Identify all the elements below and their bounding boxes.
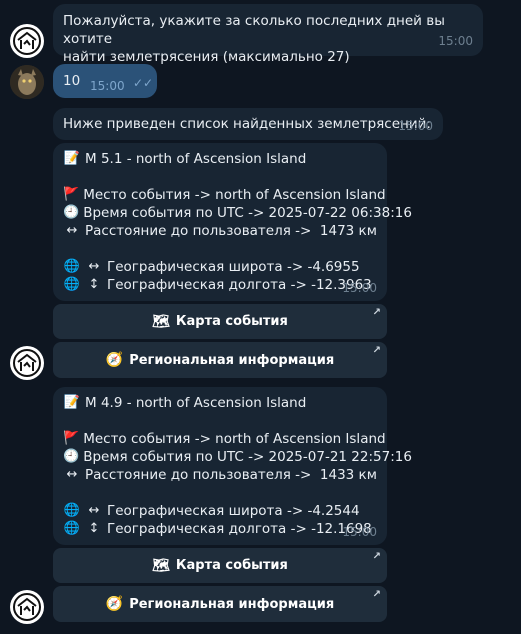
region-button-label: Региональная информация [129,596,335,612]
left-right-arrow-icon: ↔ [88,259,100,274]
event-place: Место события -> north of Ascension Isla… [83,187,386,203]
bot-logo-icon [13,349,41,377]
external-link-icon: ↗ [372,551,381,562]
map-button-label: Карта события [175,314,288,329]
clock-icon: 🕘 [63,449,80,464]
bot-logo-icon [13,593,41,621]
event-title: M 5.1 - north of Ascension Island [85,151,307,167]
message-time: 15:00 [342,525,377,539]
compass-icon: 🧭 [105,352,124,368]
left-right-arrow-icon: ↔ [88,503,100,518]
user-avatar[interactable] [10,65,44,99]
event-latitude: Географическая широта -> -4.6955 [107,259,360,275]
event-distance: Расстояние до пользователя -> 1473 км [85,223,377,239]
user-photo-icon [10,65,44,99]
flag-icon: 🚩 [63,431,80,446]
external-link-icon: ↗ [372,345,381,356]
left-right-arrow-icon: ↔ [66,223,78,238]
globe-icon: 🌐 [63,277,81,292]
up-down-arrow-icon: ↕ [88,521,100,536]
bot-avatar[interactable] [10,346,44,380]
event-longitude: Географическая долгота -> -12.3963 [107,277,372,293]
bot-avatar[interactable] [10,24,44,58]
message-time: 15:00 [438,34,473,48]
map-icon: 🗺 [152,313,170,330]
message-time: 15:00 [342,281,377,295]
message-time: 15:00 [398,119,433,133]
compass-icon: 🧭 [105,596,124,612]
event-place: Место события -> north of Ascension Isla… [83,431,386,447]
bot-message-intro: Ниже приведен список найденных землетряс… [53,108,443,140]
user-message-reply: 10 15:00 ✓✓ [53,64,157,98]
earthquake-card: 📝 M 5.1 - north of Ascension Island 🚩 Мест… [53,143,412,301]
external-link-icon: ↗ [372,307,381,318]
external-link-icon: ↗ [372,589,381,600]
bot-avatar[interactable] [10,590,44,624]
memo-icon: 📝 [63,151,81,166]
event-time: Время события по UTC -> 2025-07-22 06:38… [83,205,412,221]
map-button[interactable]: 🗺 Карта события ↗ [53,548,387,583]
globe-icon: 🌐 [63,521,81,536]
event-title: M 4.9 - north of Ascension Island [85,395,307,411]
bot-message-prompt: Пожалуйста, укажите за сколько последних… [53,4,483,65]
message-text: 10 [63,73,81,89]
globe-icon: 🌐 [63,259,81,274]
earthquake-card: 📝 M 4.9 - north of Ascension Island 🚩 Мест… [53,387,412,545]
left-right-arrow-icon: ↔ [66,467,78,482]
flag-icon: 🚩 [63,187,80,202]
event-time: Время события по UTC -> 2025-07-21 22:57… [83,449,412,465]
event-distance: Расстояние до пользователя -> 1433 км [85,467,377,483]
message-text-line: Пожалуйста, укажите за сколько последних… [63,13,445,47]
region-info-button[interactable]: 🧭 Региональная информация ↗ [53,342,387,378]
map-button-label: Карта события [175,558,288,573]
message-text: Ниже приведен список найденных землетряс… [63,116,431,132]
map-button[interactable]: 🗺 Карта события ↗ [53,304,387,339]
read-checks-icon: ✓✓ [133,76,154,90]
message-time: 15:00 [90,79,125,93]
region-button-label: Региональная информация [129,352,335,368]
clock-icon: 🕘 [63,205,80,220]
up-down-arrow-icon: ↕ [88,277,100,292]
globe-icon: 🌐 [63,503,81,518]
event-latitude: Географическая широта -> -4.2544 [107,503,360,519]
region-info-button[interactable]: 🧭 Региональная информация ↗ [53,586,387,622]
memo-icon: 📝 [63,395,81,410]
bot-logo-icon [13,27,41,55]
map-icon: 🗺 [152,557,170,574]
event-longitude: Географическая долгота -> -12.1698 [107,521,372,537]
